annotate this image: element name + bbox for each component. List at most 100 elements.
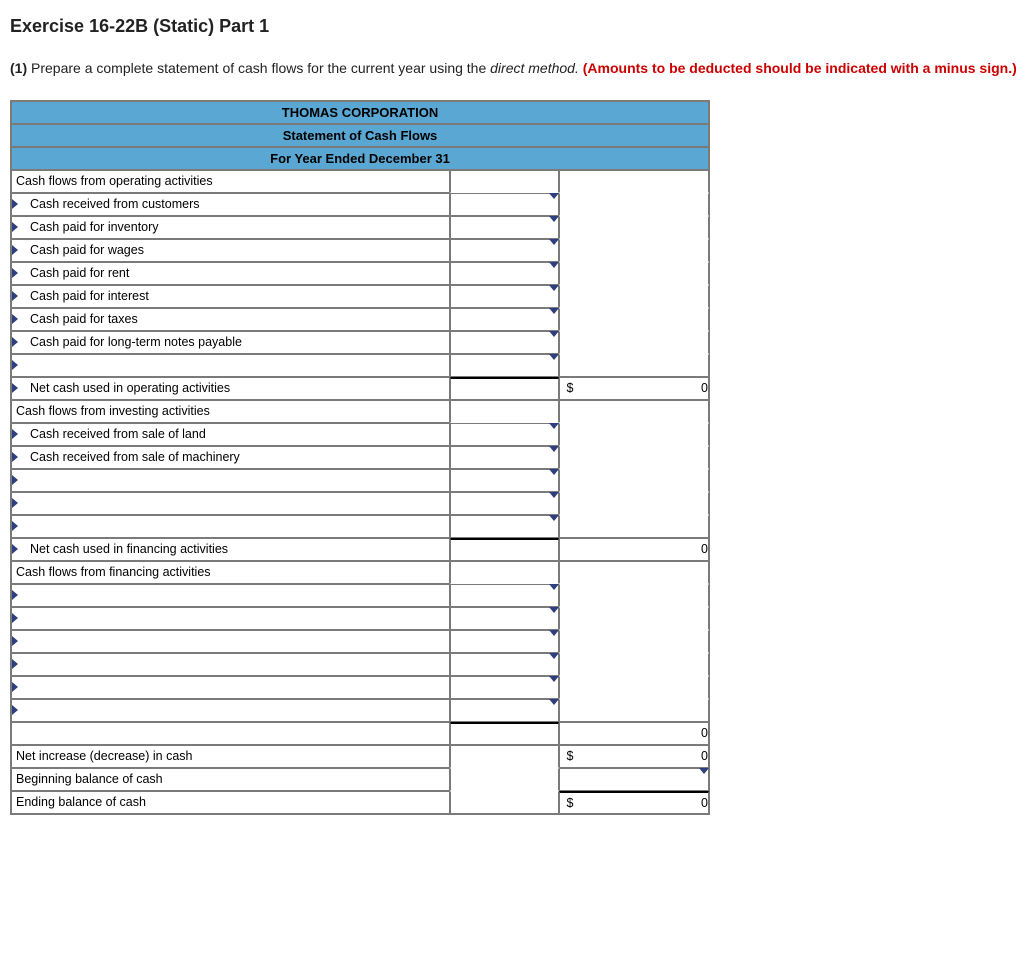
row-inv-blank3[interactable] [11, 515, 450, 538]
cell-op3-c3 [559, 239, 709, 262]
cell-op2-c3 [559, 216, 709, 239]
cell-inv-net-c2 [450, 538, 560, 561]
net-change-currency: $ [566, 749, 573, 763]
cell-op6-c3 [559, 308, 709, 331]
cell-op5-c3 [559, 285, 709, 308]
cell-op-header-c2 [450, 170, 560, 193]
row-op1[interactable]: Cash received from customers [11, 193, 450, 216]
end-bal-currency: $ [566, 796, 573, 810]
cell-inv-header-c2 [450, 400, 560, 423]
row-op4[interactable]: Cash paid for rent [11, 262, 450, 285]
row-inv-header: Cash flows from investing activities [11, 400, 450, 423]
cell-fin-sub-c2 [450, 722, 560, 745]
cell-fin-header-c2 [450, 561, 560, 584]
cell-inv-blank2-c2[interactable] [450, 492, 560, 515]
cell-op-blank1-c3 [559, 354, 709, 377]
row-fin-blank5[interactable] [11, 676, 450, 699]
row-inv2[interactable]: Cash received from sale of machinery [11, 446, 450, 469]
row-fin-header: Cash flows from financing activities [11, 561, 450, 584]
end-bal-value: 0 [701, 796, 708, 810]
cell-op4-c2[interactable] [450, 262, 560, 285]
inv-net-value: 0 [701, 542, 708, 556]
exercise-title: Exercise 16-22B (Static) Part 1 [10, 16, 1019, 37]
row-net-change: Net increase (decrease) in cash [11, 745, 450, 768]
cell-inv-header-c3 [559, 400, 709, 423]
cell-end-bal-c2 [450, 791, 560, 814]
cell-op5-c2[interactable] [450, 285, 560, 308]
cell-fin-blank1-c2[interactable] [450, 584, 560, 607]
net-change-value: 0 [701, 749, 708, 763]
row-op-header: Cash flows from operating activities [11, 170, 450, 193]
cell-fin-blank2-c3 [559, 607, 709, 630]
row-inv1[interactable]: Cash received from sale of land [11, 423, 450, 446]
cell-end-bal-c3: $0 [559, 791, 709, 814]
cell-fin-blank5-c2[interactable] [450, 676, 560, 699]
row-fin-blank4[interactable] [11, 653, 450, 676]
row-op7[interactable]: Cash paid for long-term notes payable [11, 331, 450, 354]
instruction-number: (1) [10, 60, 27, 76]
cash-flow-table: THOMAS CORPORATION Statement of Cash Flo… [10, 100, 710, 815]
instruction-method: direct method. [490, 60, 579, 76]
row-op-net[interactable]: Net cash used in operating activities [11, 377, 450, 400]
cell-inv-net-c3: 0 [559, 538, 709, 561]
row-fin-blank6[interactable] [11, 699, 450, 722]
instruction-red: (Amounts to be deducted should be indica… [583, 60, 1017, 76]
cell-op6-c2[interactable] [450, 308, 560, 331]
cell-net-change-c2 [450, 745, 560, 768]
row-op6[interactable]: Cash paid for taxes [11, 308, 450, 331]
cell-op-net-c2 [450, 377, 560, 400]
cell-op2-c2[interactable] [450, 216, 560, 239]
cell-op7-c3 [559, 331, 709, 354]
cell-inv1-c3 [559, 423, 709, 446]
op-net-value: 0 [701, 381, 708, 395]
cell-fin-blank3-c2[interactable] [450, 630, 560, 653]
cell-inv-blank1-c2[interactable] [450, 469, 560, 492]
cell-inv-blank3-c3 [559, 515, 709, 538]
cell-fin-blank6-c2[interactable] [450, 699, 560, 722]
row-op-blank1[interactable] [11, 354, 450, 377]
op-net-currency: $ [566, 381, 573, 395]
row-fin-sub [11, 722, 450, 745]
cell-fin-blank5-c3 [559, 676, 709, 699]
row-fin-blank3[interactable] [11, 630, 450, 653]
cell-op3-c2[interactable] [450, 239, 560, 262]
cell-inv-blank1-c3 [559, 469, 709, 492]
row-fin-blank1[interactable] [11, 584, 450, 607]
instruction-text-a: Prepare a complete statement of cash flo… [27, 60, 490, 76]
cell-fin-sub-c3: 0 [559, 722, 709, 745]
table-header-title: Statement of Cash Flows [11, 124, 709, 147]
cell-fin-blank2-c2[interactable] [450, 607, 560, 630]
cell-fin-blank4-c3 [559, 653, 709, 676]
row-op2[interactable]: Cash paid for inventory [11, 216, 450, 239]
cell-fin-blank4-c2[interactable] [450, 653, 560, 676]
row-fin-blank2[interactable] [11, 607, 450, 630]
cell-inv-blank2-c3 [559, 492, 709, 515]
table-header-company: THOMAS CORPORATION [11, 101, 709, 124]
table-header-period: For Year Ended December 31 [11, 147, 709, 170]
cell-beg-bal-c2 [450, 768, 560, 791]
row-op3[interactable]: Cash paid for wages [11, 239, 450, 262]
row-inv-blank1[interactable] [11, 469, 450, 492]
row-inv-net[interactable]: Net cash used in financing activities [11, 538, 450, 561]
cell-inv2-c3 [559, 446, 709, 469]
cell-inv-blank3-c2[interactable] [450, 515, 560, 538]
cell-op-header-c3 [559, 170, 709, 193]
cell-op-net-c3: $0 [559, 377, 709, 400]
cell-op7-c2[interactable] [450, 331, 560, 354]
fin-sub-value: 0 [701, 726, 708, 740]
cell-fin-blank6-c3 [559, 699, 709, 722]
cell-beg-bal-c3[interactable] [559, 768, 709, 791]
cell-op1-c2[interactable] [450, 193, 560, 216]
cell-op-blank1-c2[interactable] [450, 354, 560, 377]
row-end-bal: Ending balance of cash [11, 791, 450, 814]
instructions: (1) Prepare a complete statement of cash… [10, 59, 1019, 78]
row-op5[interactable]: Cash paid for interest [11, 285, 450, 308]
cell-op1-c3 [559, 193, 709, 216]
cell-op4-c3 [559, 262, 709, 285]
cell-net-change-c3: $0 [559, 745, 709, 768]
cell-inv1-c2[interactable] [450, 423, 560, 446]
cell-fin-blank3-c3 [559, 630, 709, 653]
row-inv-blank2[interactable] [11, 492, 450, 515]
row-beg-bal: Beginning balance of cash [11, 768, 450, 791]
cell-inv2-c2[interactable] [450, 446, 560, 469]
